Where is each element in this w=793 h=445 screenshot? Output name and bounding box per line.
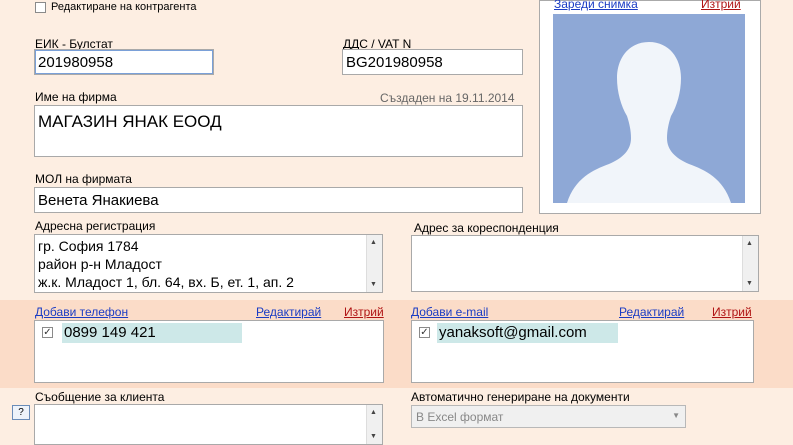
- email-list[interactable]: ✓ yanaksoft@gmail.com: [411, 320, 754, 383]
- edit-contractor-checkbox[interactable]: [35, 2, 46, 13]
- email-value: yanaksoft@gmail.com: [439, 324, 587, 341]
- address-reg-line-2: район р-н Младост: [38, 256, 162, 272]
- address-reg-textarea[interactable]: гр. София 1784 район р-н Младост ж.к. Мл…: [34, 234, 383, 293]
- address-reg-label: Адресна регистрация: [35, 219, 156, 233]
- address-reg-line-3: ж.к. Младост 1, бл. 64, вх. Б, ет. 1, ап…: [38, 274, 294, 290]
- phone-value: 0899 149 421: [64, 324, 156, 341]
- address-corr-scrollbar[interactable]: ▲ ▼: [742, 236, 758, 291]
- vat-input[interactable]: BG201980958: [342, 49, 523, 75]
- phone-list[interactable]: ✓ 0899 149 421: [34, 320, 384, 383]
- address-reg-line-1: гр. София 1784: [38, 238, 139, 254]
- edit-contractor-label: Редактиране на контрагента: [51, 1, 197, 13]
- company-name-value: МАГАЗИН ЯНАК ЕООД: [38, 112, 222, 131]
- load-photo-link[interactable]: Зареди снимка: [554, 0, 638, 11]
- mol-input[interactable]: Венета Янакиева: [34, 187, 523, 213]
- vat-value: BG201980958: [346, 54, 443, 71]
- mol-label: МОЛ на фирмата: [35, 172, 132, 186]
- delete-email-link[interactable]: Изтрий: [712, 305, 752, 319]
- auto-docs-select[interactable]: В Excel формат ▼: [411, 405, 686, 428]
- client-message-textarea[interactable]: ▲ ▼: [34, 404, 383, 445]
- auto-docs-selected: В Excel формат: [416, 410, 504, 424]
- address-corr-textarea[interactable]: ▲ ▼: [411, 235, 759, 292]
- edit-phone-link[interactable]: Редактирай: [256, 305, 321, 319]
- delete-phone-link[interactable]: Изтрий: [344, 305, 384, 319]
- eik-value: 201980958: [38, 54, 114, 71]
- help-button[interactable]: ?: [12, 405, 30, 420]
- edit-email-link[interactable]: Редактирай: [619, 305, 684, 319]
- eik-input[interactable]: 201980958: [34, 49, 214, 75]
- auto-docs-label: Автоматично генериране на документи: [411, 390, 630, 404]
- client-message-label: Съобщение за клиента: [35, 390, 165, 404]
- address-corr-label: Адрес за кореспонденция: [414, 221, 559, 235]
- created-date: Създаден на 19.11.2014: [380, 91, 515, 105]
- client-message-scrollbar[interactable]: ▲ ▼: [366, 405, 382, 444]
- add-email-link[interactable]: Добави e-mail: [411, 305, 488, 319]
- email-checkbox[interactable]: ✓: [419, 327, 430, 338]
- company-label: Име на фирма: [35, 90, 117, 104]
- mol-value: Венета Янакиева: [38, 192, 159, 209]
- company-name-input[interactable]: МАГАЗИН ЯНАК ЕООД: [34, 105, 523, 157]
- chevron-down-icon: ▼: [672, 411, 680, 420]
- person-silhouette-icon: [567, 42, 731, 203]
- photo-placeholder: [553, 14, 745, 203]
- address-reg-scrollbar[interactable]: ▲ ▼: [366, 235, 382, 292]
- delete-photo-link[interactable]: Изтрий: [701, 0, 741, 11]
- add-phone-link[interactable]: Добави телефон: [35, 305, 128, 319]
- phone-checkbox[interactable]: ✓: [42, 327, 53, 338]
